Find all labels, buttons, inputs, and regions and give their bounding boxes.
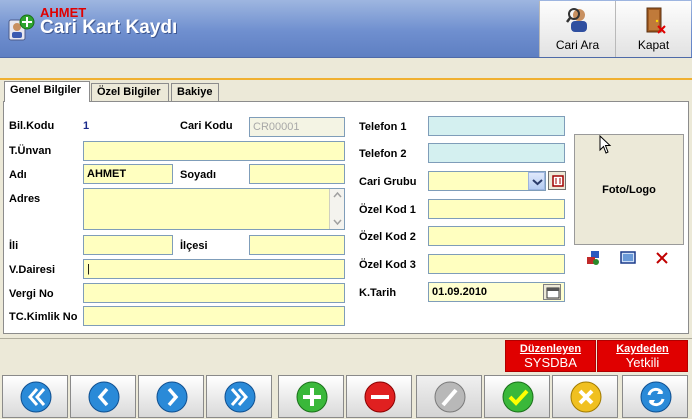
next-icon xyxy=(156,381,188,413)
vergino-field[interactable] xyxy=(83,283,345,303)
ili-label: İli xyxy=(9,240,19,252)
add-icon xyxy=(296,381,328,413)
contact-card-icon xyxy=(7,14,35,42)
window-title: Cari Kart Kaydı xyxy=(40,17,178,38)
save-icon xyxy=(502,381,534,413)
tab-special[interactable]: Özel Bilgiler xyxy=(91,83,169,101)
search-account-button[interactable]: Cari Ara xyxy=(539,1,615,57)
photo-load-button[interactable] xyxy=(585,249,603,267)
soyadi-field[interactable] xyxy=(249,164,345,184)
unvan-field[interactable] xyxy=(83,141,345,161)
mouse-cursor-icon xyxy=(599,134,613,158)
telefon1-field[interactable] xyxy=(428,116,565,136)
refresh-button[interactable] xyxy=(622,375,688,418)
photo-logo-label: Foto/Logo xyxy=(602,184,656,196)
close-label: Kapat xyxy=(637,38,670,52)
cancel-icon xyxy=(570,381,602,413)
cari-kodu-label: Cari Kodu xyxy=(180,120,233,132)
tab-balance[interactable]: Bakiye xyxy=(171,83,219,101)
cari-kodu-field[interactable]: CR00001 xyxy=(249,117,345,137)
ozelkod1-label: Özel Kod 1 xyxy=(359,204,416,216)
calendar-button[interactable] xyxy=(543,284,561,300)
ilcesi-field[interactable] xyxy=(249,235,345,255)
tab-general[interactable]: Genel Bilgiler xyxy=(4,81,90,102)
saver-title: Kaydeden xyxy=(616,343,669,355)
prev-icon xyxy=(88,381,120,413)
delete-x-icon xyxy=(656,252,668,264)
telefon2-field[interactable] xyxy=(428,143,565,163)
ozelkod3-field[interactable] xyxy=(428,254,565,274)
add-record-button[interactable] xyxy=(278,375,344,418)
monitor-icon xyxy=(620,251,636,264)
adres-field[interactable] xyxy=(83,188,345,230)
adi-field[interactable]: AHMET xyxy=(83,164,173,184)
save-record-button[interactable] xyxy=(484,375,550,418)
delete-record-button[interactable] xyxy=(346,375,412,418)
soyadi-label: Soyadı xyxy=(180,169,217,181)
tckimlik-field[interactable] xyxy=(83,306,345,326)
vergino-label: Vergi No xyxy=(9,288,54,300)
telefon2-label: Telefon 2 xyxy=(359,148,407,160)
calendar-icon xyxy=(546,287,560,299)
refresh-icon xyxy=(640,381,672,413)
ili-field[interactable] xyxy=(83,235,173,255)
ozelkod2-label: Özel Kod 2 xyxy=(359,231,416,243)
telefon1-label: Telefon 1 xyxy=(359,121,407,133)
cari-grubu-label: Cari Grubu xyxy=(359,176,417,188)
ilcesi-label: İlçesi xyxy=(180,240,208,252)
ozelkod1-field[interactable] xyxy=(428,199,565,219)
tckimlik-label: TC.Kimlik No xyxy=(9,311,78,323)
exit-door-icon xyxy=(642,6,668,34)
first-icon xyxy=(20,381,52,413)
previous-record-button[interactable] xyxy=(70,375,136,418)
chevron-down-icon xyxy=(532,179,543,186)
delete-icon xyxy=(364,381,396,413)
adi-label: Adı xyxy=(9,169,27,181)
last-icon xyxy=(224,381,256,413)
bil-kodu-label: Bil.Kodu xyxy=(9,120,55,132)
photo-view-button[interactable] xyxy=(619,249,637,267)
image-load-icon xyxy=(587,251,599,265)
record-name-bar xyxy=(0,58,692,80)
bil-kodu-value: 1 xyxy=(83,120,90,132)
close-button[interactable]: Kapat xyxy=(615,1,691,57)
search-user-icon xyxy=(566,6,592,34)
saver-info-box: Kaydeden Yetkili xyxy=(597,340,688,372)
ozelkod2-field[interactable] xyxy=(428,226,565,246)
first-record-button[interactable] xyxy=(2,375,68,418)
last-record-button[interactable] xyxy=(206,375,272,418)
editor-title: Düzenleyen xyxy=(519,343,582,355)
editor-value: SYSDBA xyxy=(524,355,577,370)
cancel-record-button[interactable] xyxy=(552,375,618,418)
vdairesi-field[interactable]: | xyxy=(83,259,345,279)
photo-delete-button[interactable] xyxy=(653,249,671,267)
vdairesi-label: V.Dairesi xyxy=(9,264,56,276)
unvan-label: T.Ünvan xyxy=(9,145,52,157)
adres-label: Adres xyxy=(9,193,41,205)
editor-info-box: Düzenleyen SYSDBA xyxy=(505,340,596,372)
saver-value: Yetkili xyxy=(625,355,660,370)
edit-record-button[interactable] xyxy=(416,375,482,418)
ozelkod3-label: Özel Kod 3 xyxy=(359,259,416,271)
adres-scrollbar[interactable] xyxy=(329,189,344,229)
record-name: AHMET xyxy=(40,5,87,20)
ktarih-label: K.Tarih xyxy=(359,287,397,299)
next-record-button[interactable] xyxy=(138,375,204,418)
search-account-label: Cari Ara xyxy=(555,38,600,52)
list-icon xyxy=(552,175,564,187)
cari-grubu-dropdown-button[interactable] xyxy=(528,172,545,190)
edit-icon xyxy=(434,381,466,413)
name-divider xyxy=(0,78,692,80)
cari-grubu-list-button[interactable] xyxy=(548,171,566,190)
